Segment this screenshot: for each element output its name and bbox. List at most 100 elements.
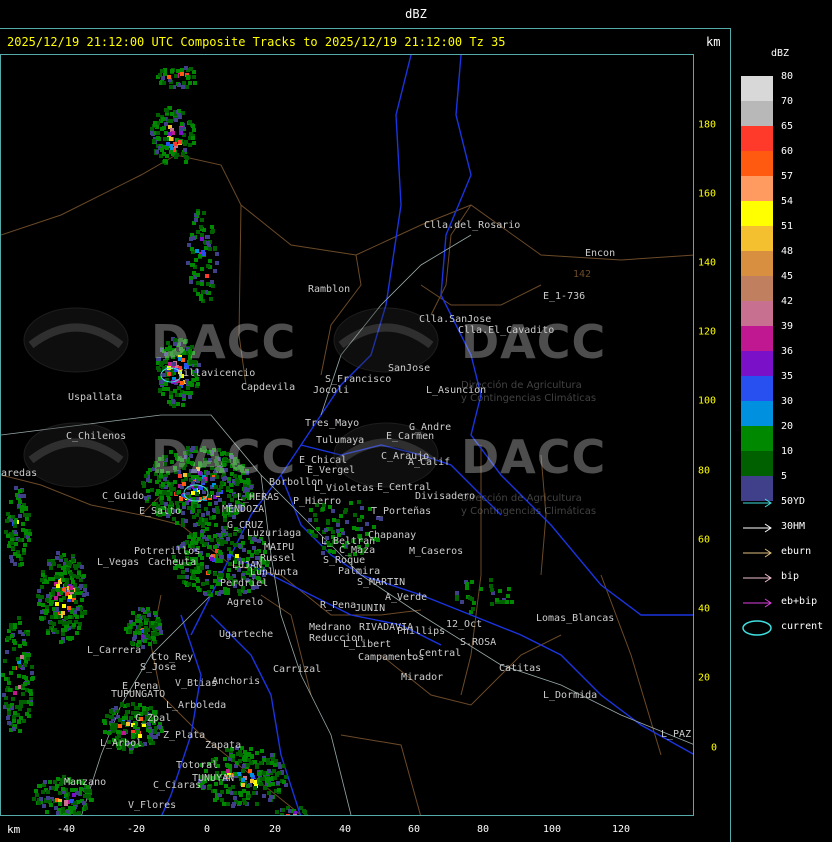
track-arrow-icon — [743, 598, 772, 608]
place-label: Z_Plata — [163, 730, 206, 741]
place-label: C_Chilenos — [66, 431, 127, 442]
x-tick-label: 80 — [476, 824, 490, 835]
legend-swatch-label: 57 — [781, 171, 794, 182]
place-label: L_Libert — [343, 639, 392, 650]
legend-swatch-label: 70 — [781, 96, 794, 107]
legend-swatch-label: 10 — [781, 446, 794, 457]
track-arrow-icon — [743, 498, 772, 508]
legend-swatch-label: 36 — [781, 346, 794, 357]
track-arrow-icon — [743, 548, 772, 558]
place-label: Zapata — [205, 740, 242, 751]
x-axis: -40 -20 0 20 40 60 80 100 120 — [0, 816, 730, 842]
place-label: Russel — [260, 553, 297, 564]
place-label: Divisadero — [415, 491, 476, 502]
place-label: Perdriel — [220, 578, 269, 589]
place-label: L_PAZ — [661, 729, 692, 740]
place-label: C_Guido — [102, 491, 145, 502]
y-tick-label: 20 — [698, 672, 711, 684]
place-label: S_Roque — [323, 555, 366, 566]
legend-swatch-label: 60 — [781, 146, 794, 157]
x-tick-label: -40 — [56, 824, 76, 835]
place-label: Uspallata — [68, 392, 123, 403]
place-label: E_1-736 — [543, 291, 586, 302]
place-label: Villavicencio — [177, 368, 256, 379]
place-label: C_Ciaras — [153, 780, 202, 791]
track-legend-label: 30HM — [781, 521, 806, 532]
place-label: Carrizal — [273, 664, 322, 675]
place-label: R_Pena — [320, 600, 357, 611]
place-label: T_Porteñas — [371, 506, 432, 517]
y-tick-label: 40 — [698, 603, 711, 615]
place-label: C_Zpal — [135, 713, 172, 724]
primary-roads — [1, 234, 693, 815]
place-label: Mirador — [401, 672, 444, 683]
x-tick-label: 20 — [268, 824, 282, 835]
legend-swatch — [741, 376, 773, 401]
place-label: Jocoli — [313, 385, 350, 396]
y-tick-label: 160 — [698, 188, 717, 200]
legend-swatch — [741, 76, 773, 101]
legend-swatch — [741, 326, 773, 351]
y-tick-label: 0 — [711, 742, 718, 754]
legend-swatch-label: 35 — [781, 371, 794, 382]
place-label: Tres_Mayo — [305, 418, 360, 429]
legend-swatch-label: 51 — [781, 221, 794, 232]
y-tick-label: 60 — [698, 534, 711, 546]
legend-swatch — [741, 426, 773, 451]
place-label: E_Carmen — [386, 431, 435, 442]
legend-swatch-label: 54 — [781, 196, 794, 207]
km-unit-label-bottom: km — [7, 823, 21, 836]
place-label: V_Btias — [175, 678, 218, 689]
place-label: L_Vegas — [97, 557, 140, 568]
place-label: Luzuriaga — [247, 528, 302, 539]
y-tick-label: 180 — [698, 119, 717, 131]
legend-swatch-label: 39 — [781, 321, 794, 332]
x-tick-label: 40 — [338, 824, 352, 835]
legend-swatch — [741, 126, 773, 151]
place-label: JUNIN — [355, 603, 386, 614]
place-label: L_Violetas — [314, 483, 375, 494]
place-label: Chapanay — [368, 530, 417, 541]
place-label: Phillips — [397, 626, 446, 637]
place-label: Ugarteche — [219, 629, 274, 640]
legend-swatch — [741, 401, 773, 426]
track-legend-label: eb+bip — [781, 596, 818, 607]
place-label: V_Flores — [128, 800, 177, 811]
x-tick-label: 60 — [407, 824, 421, 835]
place-label: MAIPU — [264, 542, 295, 553]
place-label: Cacheuta — [148, 557, 197, 568]
x-tick-label: 100 — [542, 824, 562, 835]
place-label: Palmira — [338, 566, 381, 577]
place-label: Tulumaya — [316, 435, 365, 446]
place-label: Clla.SanJose — [419, 314, 492, 325]
legend-title: dBZ — [771, 48, 790, 59]
place-label: A_Verde — [385, 592, 428, 603]
place-label: Agrelo — [227, 597, 264, 608]
km-unit-label-top: km — [706, 35, 721, 49]
place-label: aredas — [1, 468, 38, 479]
place-label: Clla.del_Rosario — [424, 220, 521, 231]
legend-swatch — [741, 251, 773, 276]
place-label: Manzano — [64, 777, 107, 788]
legend-swatch-label: 48 — [781, 246, 794, 257]
legend-swatch-label: 80 — [781, 71, 794, 82]
place-label: L_Arboleda — [166, 700, 227, 711]
legend-swatch-label: 20 — [781, 421, 794, 432]
track-arrow-icon — [743, 573, 772, 583]
place-label: Catitas — [499, 663, 542, 674]
place-label: L_Asuncion — [426, 385, 487, 396]
legend-swatch — [741, 101, 773, 126]
place-label: Encon — [585, 248, 616, 259]
legend-swatch-label: 30 — [781, 396, 794, 407]
place-label: L_Central — [407, 648, 462, 659]
place-label: S_MARTIN — [357, 577, 406, 588]
window-title: dBZ — [405, 7, 427, 21]
window-titlebar: dBZ — [0, 0, 832, 29]
legend-swatch-label: 65 — [781, 121, 794, 132]
place-label: L_Dormida — [543, 690, 598, 701]
place-label: Potrerillos — [134, 546, 201, 557]
radar-map[interactable]: DACC DACC Dirección de Agricultura y Con… — [0, 54, 694, 816]
legend-swatch — [741, 151, 773, 176]
place-label: Lunlunta — [250, 567, 299, 578]
place-label: S_Francisco — [325, 374, 392, 385]
